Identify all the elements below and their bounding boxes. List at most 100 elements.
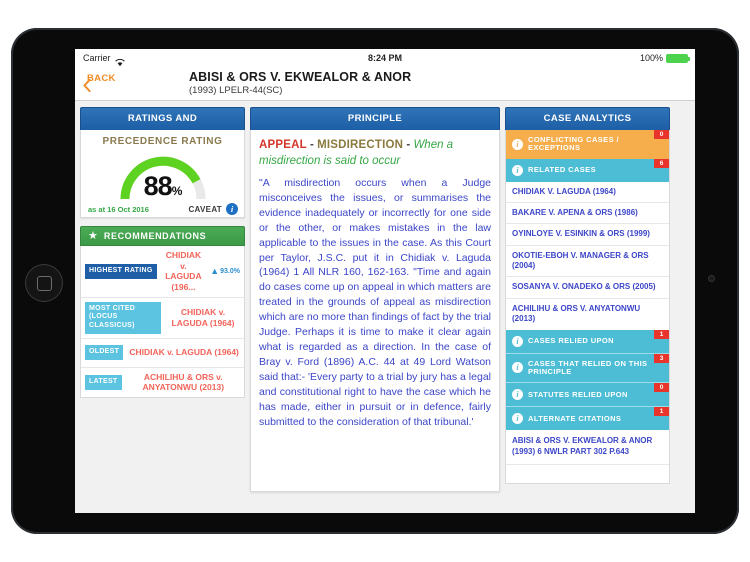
analytics-row-cases-relied-upon[interactable]: i CASES RELIED UPON 1: [506, 329, 669, 353]
up-arrow-icon: ▲: [210, 265, 220, 276]
recommendation-case-line1: CHIDIAK v.: [180, 307, 226, 317]
principle-heading-dash-1: -: [306, 139, 318, 151]
analytics-panel-header: CASE ANALYTICS: [505, 107, 670, 130]
analytics-row-label: CASES THAT RELIED ON THIS PRINCIPLE: [528, 358, 648, 376]
recommendation-case: CHIDIAK v. LAGUDA (1964): [129, 347, 239, 358]
precedence-rating-percent-symbol: %: [171, 184, 183, 198]
back-button-label: BACK: [87, 73, 116, 84]
recommendation-row[interactable]: OLDEST CHIDIAK v. LAGUDA (1964): [81, 339, 244, 368]
list-spacer: [506, 464, 669, 483]
front-camera: [708, 275, 715, 282]
analytics-sections-group: i CASES RELIED UPON 1 i CASES THAT RELIE…: [506, 329, 669, 431]
recommendation-rating-value: 93.0%: [220, 267, 240, 275]
principle-panel-header: PRINCIPLE: [250, 107, 500, 130]
nav-bar: BACK ABISI & ORS V. EKWEALOR & ANOR (199…: [75, 67, 695, 101]
analytics-count-badge: 1: [654, 407, 669, 417]
recommendation-case: CHIDIAK v. LAGUDA (196...: [162, 250, 206, 293]
principle-heading: APPEAL - MISDIRECTION - When a misdirect…: [259, 138, 491, 169]
analytics-row-statutes-relied-upon[interactable]: i STATUTES RELIED UPON 0: [506, 383, 669, 407]
caveat-group[interactable]: CAVEAT i: [188, 203, 238, 215]
analytics-count-badge: 1: [654, 329, 669, 339]
precedence-rating-title: PRECEDENCE RATING: [102, 136, 223, 147]
principle-body[interactable]: APPEAL - MISDIRECTION - When a misdirect…: [250, 130, 500, 492]
related-cases-list: CHIDIAK V. LAGUDA (1964) BAKARE V. APENA…: [506, 181, 669, 330]
recommendation-tag: LATEST: [85, 375, 122, 390]
page-citation: (1993) LPELR-44(SC): [189, 85, 283, 96]
analytics-row-label: STATUTES RELIED UPON: [528, 389, 628, 399]
status-bar-clock: 8:24 PM: [367, 53, 402, 63]
alternate-citation-item[interactable]: ABISI & ORS V. EKWEALOR & ANOR (1993) 6 …: [506, 430, 669, 465]
recommendation-row[interactable]: MOST CITED (LOCUS CLASSICUS) CHIDIAK v. …: [81, 298, 244, 339]
analytics-row-label: RELATED CASES: [528, 164, 596, 174]
analytics-row-label: CONFLICTING CASES / EXCEPTIONS: [528, 135, 619, 153]
analytics-body: i CONFLICTING CASES / EXCEPTIONS 0 i REL…: [505, 130, 670, 484]
recommendation-case: ACHILIHU & ORS v. ANYATONWU (2013): [127, 372, 240, 393]
analytics-row-label: CASES RELIED UPON: [528, 336, 614, 345]
info-icon[interactable]: i: [512, 138, 523, 150]
analytics-count-badge: 3: [654, 353, 669, 363]
info-icon[interactable]: i: [512, 164, 523, 176]
related-case-item[interactable]: OYINLOYE V. ESINKIN & ORS (1999): [506, 224, 669, 246]
ipad-screen: Carrier 8:24 PM 100% BACK ABISI & ORS V.…: [75, 49, 695, 513]
star-icon: ★: [88, 229, 98, 242]
ipad-device-frame: Carrier 8:24 PM 100% BACK ABISI & ORS V.…: [11, 28, 739, 534]
page-title: ABISI & ORS V. EKWEALOR & ANOR: [189, 70, 412, 84]
home-button-square-icon: [37, 276, 52, 291]
battery-percent-label: 100%: [639, 53, 663, 63]
ratings-panel-header: RATINGS AND RECOMMENDATIONS: [80, 107, 245, 146]
main-content: RATINGS AND RECOMMENDATIONS PRECEDENCE R…: [75, 101, 695, 513]
recommendation-tag: HIGHEST RATING: [85, 263, 157, 279]
recommendation-case-line1: CHIDIAK v.: [165, 250, 202, 271]
battery-icon: [666, 53, 690, 63]
related-case-item[interactable]: CHIDIAK V. LAGUDA (1964): [506, 182, 669, 203]
related-case-item[interactable]: SOSANYA V. ONADEKO & ORS (2005): [506, 277, 669, 299]
nav-title-group: ABISI & ORS V. EKWEALOR & ANOR (1993) LP…: [189, 70, 411, 96]
status-bar: Carrier 8:24 PM 100%: [75, 49, 695, 67]
recommendation-row[interactable]: LATEST ACHILIHU & ORS v. ANYATONWU (2013…: [81, 368, 244, 397]
info-icon[interactable]: i: [512, 413, 523, 425]
precedence-rating-card: PRECEDENCE RATING 88% as at 16 Oct 2016: [80, 130, 245, 218]
recommendation-case-line2: LAGUDA (1964): [171, 317, 235, 328]
recommendations-list: HIGHEST RATING CHIDIAK v. LAGUDA (196...…: [80, 246, 245, 398]
precedence-rating-value: 88%: [87, 171, 238, 202]
analytics-column: CASE ANALYTICS i CONFLICTING CASES / EXC…: [505, 107, 670, 513]
analytics-row-conflicting-cases[interactable]: i CONFLICTING CASES / EXCEPTIONS 0: [506, 130, 669, 159]
home-button[interactable]: [25, 264, 63, 302]
recommendation-case-line2: LAGUDA (196...: [165, 271, 202, 292]
rating-as-at-date: as at 16 Oct 2016: [88, 205, 149, 214]
analytics-count-badge: 6: [654, 158, 669, 168]
related-case-item[interactable]: BAKARE V. APENA & ORS (1986): [506, 203, 669, 225]
related-case-item[interactable]: OKOTIE-EBOH V. MANAGER & ORS (2004): [506, 246, 669, 278]
ratings-column: RATINGS AND RECOMMENDATIONS PRECEDENCE R…: [80, 107, 245, 513]
recommendation-row[interactable]: HIGHEST RATING CHIDIAK v. LAGUDA (196...…: [81, 246, 244, 298]
principle-heading-dash-2: -: [403, 139, 414, 151]
recommendation-case: CHIDIAK v. LAGUDA (1964): [166, 307, 240, 328]
analytics-count-badge: 0: [654, 383, 669, 393]
caveat-label: CAVEAT: [188, 204, 222, 214]
analytics-row-cases-relied-on-principle[interactable]: i CASES THAT RELIED ON THIS PRINCIPLE 3: [506, 353, 669, 383]
info-icon[interactable]: i: [226, 203, 238, 215]
recommendations-header-label: RECOMMENDATIONS: [103, 231, 207, 241]
info-icon[interactable]: i: [512, 335, 523, 347]
principle-column: PRINCIPLE APPEAL - MISDIRECTION - When a…: [250, 107, 500, 513]
recommendations-header: ★ RECOMMENDATIONS: [80, 226, 245, 246]
recommendation-tag: MOST CITED (LOCUS CLASSICUS): [85, 301, 161, 334]
info-icon[interactable]: i: [512, 389, 523, 401]
analytics-row-alternate-citations[interactable]: i ALTERNATE CITATIONS 1: [506, 407, 669, 431]
recommendation-case-line1: ACHILIHU & ORS v.: [143, 371, 223, 382]
recommendation-rating: ▲ 93.0%: [210, 265, 240, 276]
recommendation-tag: OLDEST: [85, 345, 124, 361]
analytics-count-badge: 0: [654, 130, 669, 139]
precedence-rating-number: 88: [143, 171, 173, 201]
recommendation-case-line2: ANYATONWU (2013): [142, 382, 225, 393]
screenshot-root: Carrier 8:24 PM 100% BACK ABISI & ORS V.…: [0, 0, 750, 562]
principle-keyword-misdirection: MISDIRECTION: [317, 139, 404, 151]
related-case-item[interactable]: ACHILIHU & ORS V. ANYATONWU (2013): [506, 299, 669, 330]
analytics-row-label: ALTERNATE CITATIONS: [528, 413, 622, 423]
info-icon[interactable]: i: [512, 362, 523, 374]
principle-keyword-appeal: APPEAL: [259, 139, 307, 151]
principle-text: "A misdirection occurs when a Judge misc…: [259, 177, 491, 428]
back-button[interactable]: BACK: [83, 73, 116, 92]
status-bar-right: 100%: [639, 49, 690, 67]
analytics-row-related-cases[interactable]: i RELATED CASES 6: [506, 158, 669, 182]
